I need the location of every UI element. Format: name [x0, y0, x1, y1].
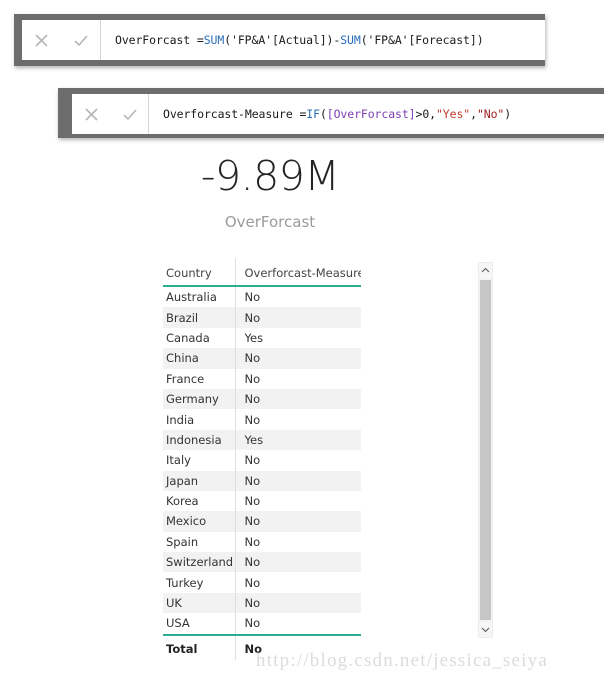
table-body: Australia No Brazil No Canada Yes China No Franc…: [163, 286, 361, 660]
table-row[interactable]: UK No: [163, 592, 361, 614]
scrollbar-thumb[interactable]: [480, 280, 491, 620]
cell-country: India: [166, 412, 195, 427]
formula-bar-overforcast: OverForcast = SUM ('FP&A'[Actual])- SUM ('F…: [14, 14, 545, 66]
formula-token-string: "Yes": [435, 107, 471, 121]
check-icon[interactable]: [72, 32, 89, 49]
table-scrollbar[interactable]: [478, 262, 493, 638]
cell-country: Japan: [163, 470, 235, 491]
card-value: -9.89M: [200, 152, 340, 200]
table-row[interactable]: Indonesia Yes: [163, 429, 361, 451]
cell-country: Germany: [163, 388, 235, 410]
table-row[interactable]: China No: [163, 348, 361, 369]
formula-token: (: [319, 107, 327, 121]
cell-overforcast-measure: No: [234, 470, 361, 491]
table-row[interactable]: France No: [163, 368, 361, 389]
cell-country: USA: [166, 616, 190, 631]
column-header-overforcast-measure[interactable]: Overforcast-Measure: [234, 258, 361, 287]
cell-country: Mexico: [163, 511, 235, 532]
chevron-up-icon[interactable]: [479, 263, 492, 278]
formula-token-function: IF: [306, 107, 320, 121]
cell-country: Switzerland: [163, 552, 235, 573]
data-table: Country Overforcast-Measure Australia No B…: [163, 258, 361, 660]
cell-overforcast-measure: No: [234, 592, 361, 614]
cell-country: Turkey: [166, 575, 204, 590]
formula-token: ('FP&A'[Forecast]): [360, 33, 484, 47]
watermark: http://blog.csdn.net/jessica_seiya: [256, 650, 548, 671]
check-icon[interactable]: [121, 106, 138, 123]
table-row[interactable]: Korea No: [163, 490, 361, 512]
card-label: OverForcast: [224, 213, 316, 231]
formula-bar-overforcast-measure: Overforcast-Measure = IF([OverForcast] >0…: [58, 88, 604, 138]
cell-country: Canada: [166, 330, 210, 345]
cell-country: Korea: [166, 494, 199, 509]
cell-overforcast-measure: No: [234, 409, 361, 430]
cell-country: UK: [163, 592, 235, 614]
cell-country: Spain: [166, 534, 199, 549]
cell-overforcast-measure: No: [234, 450, 361, 471]
cell-overforcast-measure: No: [234, 307, 361, 328]
close-icon[interactable]: [83, 106, 100, 123]
cell-country: Australia: [166, 290, 217, 305]
formula-bar-inner: OverForcast = SUM ('FP&A'[Actual])- SUM ('F…: [22, 20, 545, 60]
formula-token: OverForcast =: [115, 33, 204, 47]
formula-expression-1[interactable]: OverForcast = SUM ('FP&A'[Actual])- SUM ('F…: [101, 20, 545, 60]
cell-overforcast-measure: No: [234, 348, 361, 369]
cell-country: France: [166, 371, 205, 386]
table-row[interactable]: Australia No: [163, 286, 361, 308]
table-row[interactable]: Germany No: [163, 388, 361, 410]
formula-token: >0,: [415, 107, 437, 121]
cell-overforcast-measure: No: [234, 531, 361, 553]
table-visual[interactable]: Country Overforcast-Measure Australia No B…: [163, 258, 361, 660]
table-row[interactable]: Italy No: [163, 450, 361, 471]
cell-overforcast-measure: No: [234, 286, 361, 308]
formula-token-function: SUM: [203, 33, 225, 47]
card-visual[interactable]: -9.89M OverForcast: [150, 152, 390, 231]
formula-expression-2[interactable]: Overforcast-Measure = IF([OverForcast] >0…: [149, 94, 604, 134]
formula-token: ('FP&A'[Actual])-: [224, 33, 341, 47]
cell-overforcast-measure: No: [234, 552, 361, 573]
formula-token: Overforcast-Measure =: [163, 107, 307, 121]
formula-token-reference: [OverForcast]: [326, 107, 416, 121]
table-row[interactable]: Mexico No: [163, 511, 361, 532]
table-row[interactable]: Switzerland No: [163, 552, 361, 573]
cell-country: Indonesia: [163, 429, 235, 451]
formula-token-function: SUM: [340, 33, 361, 47]
cell-overforcast-measure: Yes: [234, 429, 361, 451]
table-row[interactable]: Spain No: [163, 531, 361, 553]
formula-token-string: "No": [476, 107, 505, 121]
formula-token: ,: [470, 107, 477, 121]
cell-overforcast-measure: No: [234, 511, 361, 532]
table-header-row: Country Overforcast-Measure: [163, 258, 361, 287]
cell-country: China: [163, 348, 235, 369]
cell-overforcast-measure: No: [234, 368, 361, 389]
column-header-country[interactable]: Country: [163, 258, 235, 287]
cell-overforcast-measure: No: [234, 572, 361, 593]
chevron-down-icon[interactable]: [479, 622, 492, 637]
cell-country: Brazil: [163, 307, 235, 328]
formula-token: ): [504, 107, 512, 121]
cell-overforcast-measure: No: [234, 613, 361, 635]
table-row[interactable]: Japan No: [163, 470, 361, 491]
formula-action-buttons: [72, 94, 149, 134]
table-row[interactable]: Canada Yes: [163, 327, 361, 349]
close-icon[interactable]: [33, 32, 50, 49]
table-row[interactable]: Brazil No: [163, 307, 361, 328]
cell-total-label: Total: [163, 633, 235, 660]
cell-overforcast-measure: Yes: [234, 327, 361, 349]
formula-bar-inner: Overforcast-Measure = IF([OverForcast] >0…: [72, 94, 604, 134]
table-row[interactable]: Turkey No: [163, 572, 361, 593]
table-row[interactable]: USA No: [163, 613, 361, 635]
cell-overforcast-measure: No: [234, 490, 361, 512]
table-row[interactable]: India No: [163, 409, 361, 430]
formula-action-buttons: [22, 20, 101, 60]
cell-overforcast-measure: No: [234, 388, 361, 410]
cell-country: Italy: [166, 453, 191, 468]
